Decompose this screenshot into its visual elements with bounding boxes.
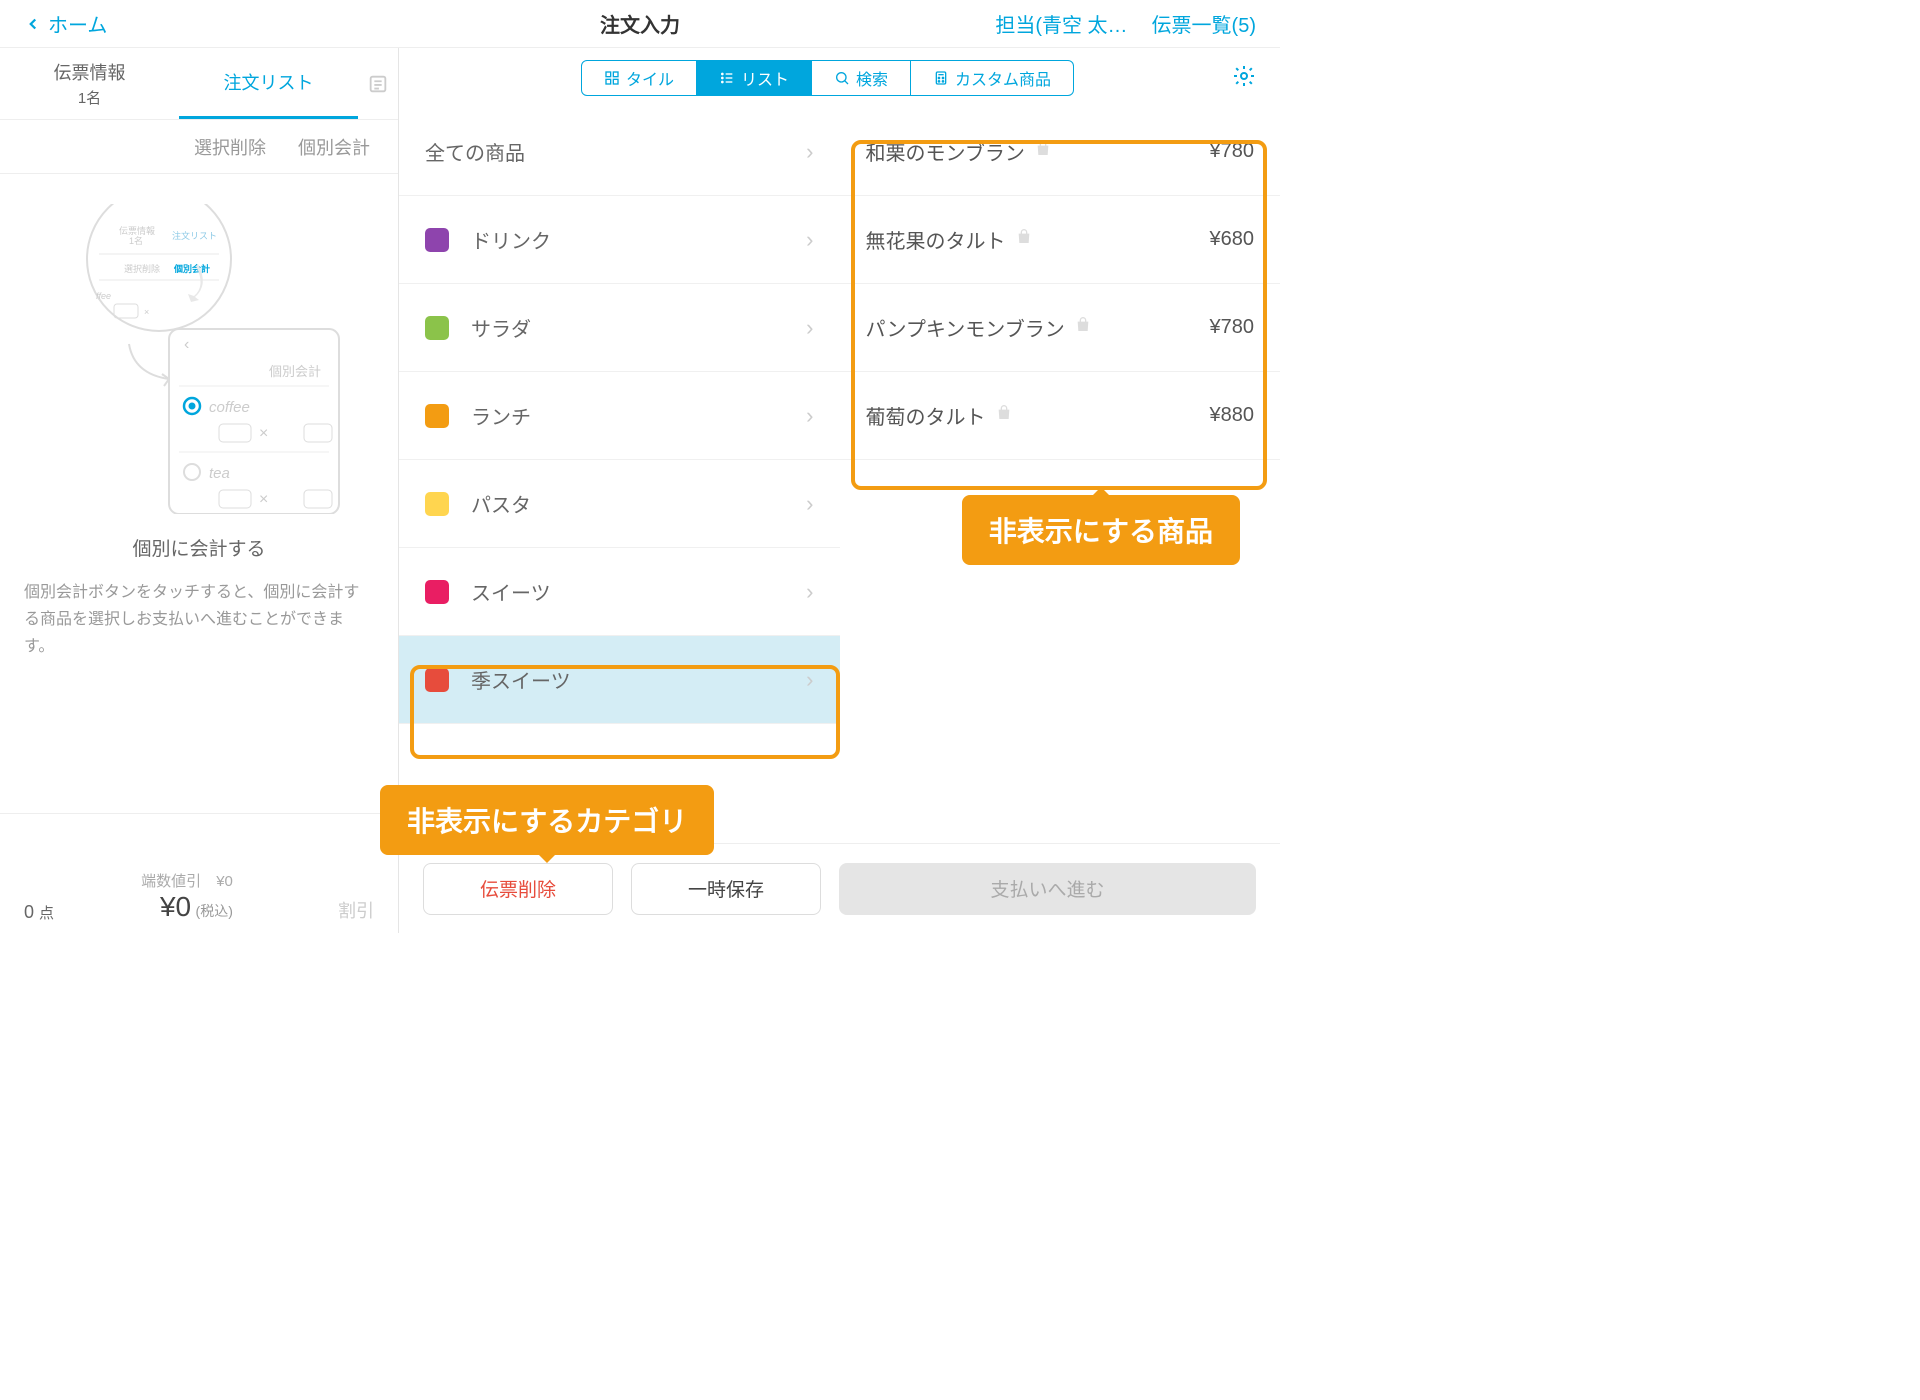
round-value: ¥0 [216, 873, 233, 890]
category-name: スイーツ [471, 577, 551, 606]
delete-slip-button[interactable]: 伝票削除 [423, 863, 613, 915]
chevron-right-icon: › [806, 667, 813, 693]
category-swatch [425, 492, 449, 516]
svg-text:伝票情報: 伝票情報 [119, 225, 155, 236]
chevron-right-icon: › [806, 403, 813, 429]
chevron-right-icon: › [806, 227, 813, 253]
proceed-payment-button[interactable]: 支払いへ進む [839, 863, 1256, 915]
product-name: 和栗のモンブラン [866, 137, 1025, 166]
points-unit: 点 [39, 905, 54, 922]
bag-icon [1016, 228, 1032, 251]
empty-illustration: 伝票情報1名 注文リスト 選択削除 個別会計 ffee × ‹ 個別会計 cof… [0, 174, 398, 813]
product-name: パンプキンモンブラン [866, 313, 1065, 342]
svg-text:×: × [259, 491, 268, 508]
category-name: 全ての商品 [425, 137, 525, 166]
round-label: 端数値引 [141, 873, 201, 890]
illustration-desc: 個別会計ボタンをタッチすると、個別に会計する商品を選択しお支払いへ進むことができ… [24, 579, 374, 661]
product-price: ¥780 [1210, 316, 1255, 339]
tab-slip-info[interactable]: 伝票情報 1名 [0, 48, 179, 119]
product-item[interactable]: 和栗のモンブラン ¥780 [840, 108, 1281, 196]
temp-save-button[interactable]: 一時保存 [631, 863, 821, 915]
points-value: 0 [24, 902, 34, 922]
chevron-right-icon: › [806, 579, 813, 605]
product-price: ¥780 [1210, 140, 1255, 163]
chevron-right-icon: › [806, 315, 813, 341]
grid-icon [604, 70, 620, 86]
category-swatch [425, 668, 449, 692]
product-item[interactable]: 無花果のタルト ¥680 [840, 196, 1281, 284]
category-list: 全ての商品 › ドリンク › サラダ › ランチ › パスタ › スイーツ › 季スイーツ › [399, 108, 840, 843]
category-item[interactable]: 全ての商品 › [399, 108, 840, 196]
category-swatch [425, 404, 449, 428]
tab-order-list-label: 注文リスト [224, 69, 314, 95]
svg-text:選択削除: 選択削除 [124, 263, 160, 274]
illustration-title: 個別に会計する [132, 534, 265, 561]
tab-slip-info-label: 伝票情報 [54, 59, 126, 85]
category-name: ランチ [471, 401, 531, 430]
product-price: ¥880 [1210, 404, 1255, 427]
chevron-right-icon: › [806, 139, 813, 165]
svg-text:1名: 1名 [129, 235, 143, 246]
product-item[interactable]: 葡萄のタルト ¥880 [840, 372, 1281, 460]
list-icon [719, 70, 735, 86]
product-name: 葡萄のタルト [866, 401, 986, 430]
product-item[interactable]: パンプキンモンブラン ¥780 [840, 284, 1281, 372]
calculator-icon [933, 70, 949, 86]
view-tile[interactable]: タイル [581, 60, 697, 96]
bag-icon [1075, 316, 1091, 339]
individual-checkout[interactable]: 個別会計 [298, 134, 370, 160]
category-swatch [425, 228, 449, 252]
settings-button[interactable] [1232, 64, 1256, 93]
category-item[interactable]: サラダ › [399, 284, 840, 372]
view-list[interactable]: リスト [697, 60, 812, 96]
total-value: ¥0 [160, 891, 191, 922]
search-icon [834, 70, 850, 86]
category-name: サラダ [471, 313, 531, 342]
tab-slip-info-sub: 1名 [78, 87, 101, 108]
category-name: パスタ [471, 489, 531, 518]
tab-order-list[interactable]: 注文リスト [179, 48, 358, 119]
category-item[interactable]: ドリンク › [399, 196, 840, 284]
category-swatch [425, 580, 449, 604]
tab-extra-icon[interactable] [358, 48, 398, 119]
svg-text:個別会計: 個別会計 [269, 364, 321, 379]
category-name: ドリンク [471, 225, 551, 254]
gear-icon [1232, 64, 1256, 88]
view-custom[interactable]: カスタム商品 [911, 60, 1074, 96]
illustration-graphic: 伝票情報1名 注文リスト 選択削除 個別会計 ffee × ‹ 個別会計 cof… [54, 204, 344, 514]
category-item[interactable]: パスタ › [399, 460, 840, 548]
chevron-right-icon: › [806, 491, 813, 517]
product-price: ¥680 [1210, 228, 1255, 251]
svg-text:tea: tea [209, 465, 230, 482]
product-name: 無花果のタルト [866, 225, 1006, 254]
category-item[interactable]: ランチ › [399, 372, 840, 460]
slips-button[interactable]: 伝票一覧(5) [1152, 9, 1256, 38]
product-list: 和栗のモンブラン ¥780 無花果のタルト ¥680 パンプキンモンブラン ¥780 葡萄の… [840, 108, 1281, 843]
staff-button[interactable]: 担当(青空 太… [995, 9, 1127, 38]
svg-text:個別会計: 個別会計 [173, 263, 210, 274]
category-name: 季スイーツ [471, 665, 571, 694]
delete-selection[interactable]: 選択削除 [194, 134, 266, 160]
category-swatch [425, 316, 449, 340]
bag-icon [996, 404, 1012, 427]
svg-text:coffee: coffee [209, 399, 250, 416]
tax-label: (税込) [196, 903, 233, 919]
callout-products: 非表示にする商品 [962, 495, 1240, 565]
home-label: ホーム [48, 9, 107, 38]
page-title: 注文入力 [600, 9, 680, 38]
category-item[interactable]: 季スイーツ › [399, 636, 840, 724]
home-button[interactable]: ホーム [24, 9, 107, 38]
svg-text:‹: ‹ [184, 336, 189, 353]
svg-text:×: × [259, 425, 268, 442]
svg-text:注文リスト: 注文リスト [172, 230, 217, 241]
discount-button[interactable]: 割引 [338, 897, 374, 923]
category-item[interactable]: スイーツ › [399, 548, 840, 636]
svg-text:×: × [144, 307, 149, 317]
bag-icon [1035, 140, 1051, 163]
callout-category: 非表示にするカテゴリ [380, 785, 714, 855]
view-search[interactable]: 検索 [812, 60, 911, 96]
svg-text:ffee: ffee [96, 291, 111, 301]
